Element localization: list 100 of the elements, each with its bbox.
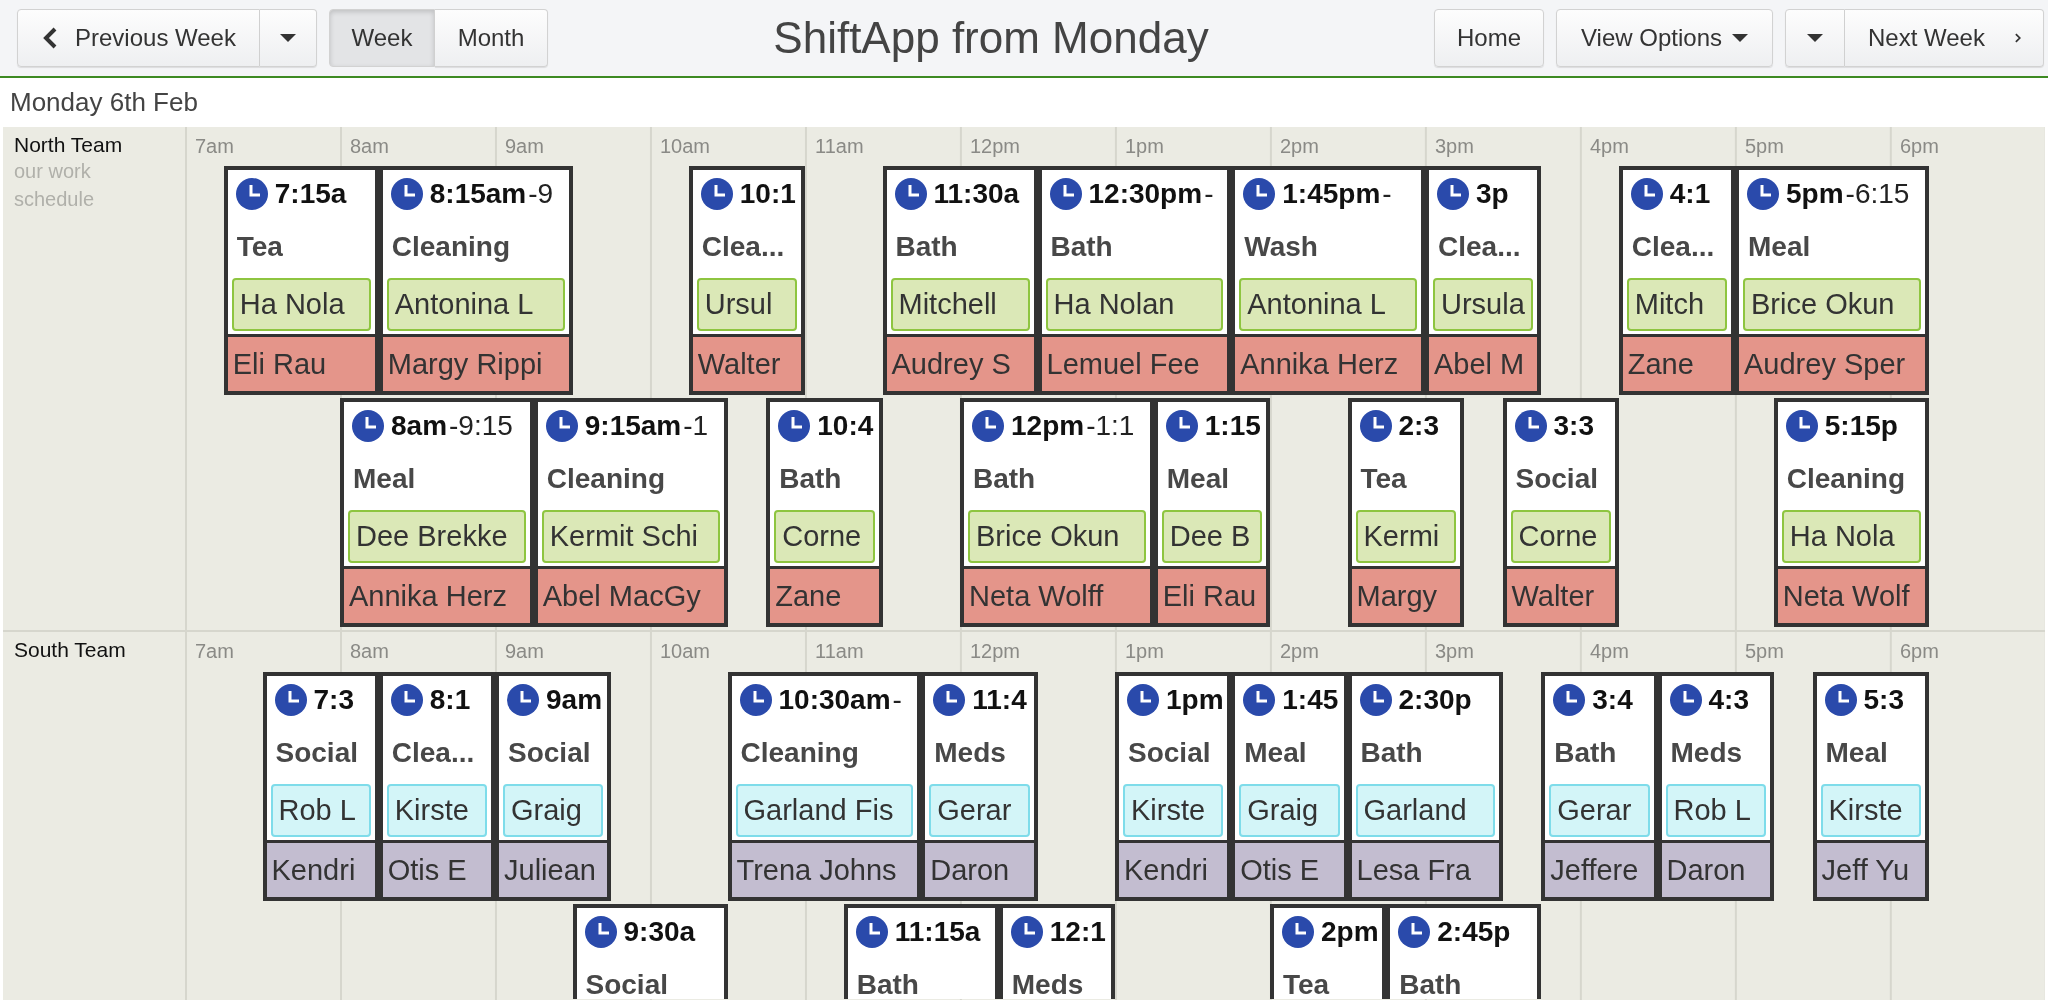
hour-label: 5pm xyxy=(1744,639,1784,664)
shift-time: 10:30am- xyxy=(778,684,902,716)
shift-time: 3:4 xyxy=(1592,684,1633,716)
shift-card[interactable]: 8:15am-9 Cleaning Antonina L Margy Rippi xyxy=(378,166,573,395)
task-label: Meal xyxy=(1243,736,1308,770)
dropdown-button[interactable] xyxy=(260,9,317,67)
task-label: Social xyxy=(274,736,359,770)
clock-icon xyxy=(1010,916,1043,948)
hour-label: 11am xyxy=(814,134,864,159)
shift-card[interactable]: 10:1 Clea... Ursul Walter xyxy=(688,166,805,395)
team-name: North Team xyxy=(14,133,123,157)
task-label: Meal xyxy=(1747,230,1812,264)
shift-card[interactable]: 1:15 Meal Dee B Eli Rau xyxy=(1153,398,1270,627)
name-bar: Annika Herz xyxy=(1235,334,1421,391)
name-bar: Eli Rau xyxy=(227,334,375,391)
shift-time: 10:1 xyxy=(739,178,796,210)
shift-card[interactable]: 7:15a Tea Ha Nola Eli Rau xyxy=(223,166,379,395)
shift-card[interactable]: 1pm Social Kirste Kendri xyxy=(1115,672,1232,901)
task-label: Meds xyxy=(1010,968,1085,999)
team-subtitle: our work schedule xyxy=(14,159,96,212)
clock-icon xyxy=(390,178,423,210)
name-bar: Abel M xyxy=(1429,334,1538,391)
shift-card[interactable]: 11:15a Bath xyxy=(843,904,999,999)
name-tag: Mitchell xyxy=(890,278,1030,331)
shift-time: 1pm xyxy=(1166,684,1224,716)
shift-time: 4:1 xyxy=(1669,178,1711,210)
shift-time: 12pm-1:1 xyxy=(1011,410,1135,442)
shift-card[interactable]: 9:15am-1 Cleaning Kermit Schi Abel MacGy xyxy=(533,398,728,627)
clock-icon xyxy=(894,178,927,210)
task-label: Clea... xyxy=(1630,230,1716,264)
clock-icon xyxy=(1669,684,1702,716)
shift-card[interactable]: 4:1 Clea... Mitch Zane xyxy=(1618,166,1735,395)
shift-card[interactable]: 10:4 Bath Corne Zane xyxy=(766,398,883,627)
hour-label: 3pm xyxy=(1434,134,1474,159)
task-label: Social xyxy=(1127,736,1212,770)
clock-icon xyxy=(235,178,268,210)
shift-card[interactable]: 4:3 Meds Rob L Daron xyxy=(1657,672,1774,901)
task-label: Social xyxy=(1514,462,1599,496)
clock-icon xyxy=(1282,916,1314,948)
team-name: South Team xyxy=(14,638,126,662)
shift-card[interactable]: 2pm Tea xyxy=(1270,904,1387,999)
shift-card[interactable]: 7:3 Social Rob L Kendri xyxy=(262,672,379,901)
shift-time: 3:3 xyxy=(1553,410,1594,442)
shift-time: 11:15a xyxy=(894,916,981,948)
shift-card[interactable]: 9am Social Graig Juliean xyxy=(495,672,612,901)
shift-time: 1:15 xyxy=(1204,410,1261,442)
name-bar: Juliean xyxy=(499,840,608,897)
shift-card[interactable]: 11:30a Bath Mitchell Audrey S xyxy=(882,166,1038,395)
clock-icon xyxy=(1165,410,1198,442)
name-bar: Jeffere xyxy=(1545,840,1654,897)
shift-card[interactable]: 12pm-1:1 Bath Brice Okun Neta Wolff xyxy=(960,398,1154,627)
clock-icon xyxy=(545,410,578,442)
shift-card[interactable]: 8am-9:15 Meal Dee Brekke Annika Herz xyxy=(340,398,534,627)
shift-card[interactable]: 10:30am- Cleaning Garland Fis Trena Johns xyxy=(727,672,922,901)
home-button[interactable]: Home xyxy=(1434,9,1544,67)
name-tag: Rob L xyxy=(1665,784,1766,837)
name-tag: Kirste xyxy=(386,784,487,837)
shift-time: 2pm xyxy=(1321,916,1379,948)
view-options-button[interactable]: View Options xyxy=(1556,9,1773,67)
shift-card[interactable]: 2:3 Tea Kermi Margy xyxy=(1347,398,1464,627)
shift-card[interactable]: 9:30a Social xyxy=(572,904,728,999)
shift-card[interactable]: 5pm-6:15 Meal Brice Okun Audrey Sper xyxy=(1735,166,1929,395)
name-bar: Eli Rau xyxy=(1157,566,1266,623)
clock-icon xyxy=(274,684,307,716)
dropdown-button[interactable] xyxy=(1785,9,1845,67)
shift-card[interactable]: 2:30p Bath Garland Lesa Fra xyxy=(1347,672,1503,901)
view-tab[interactable]: Week xyxy=(329,9,435,67)
hour-label: 12pm xyxy=(969,639,1021,664)
shift-time: 12:30pm- xyxy=(1088,178,1214,210)
next-week-button[interactable]: Next Week xyxy=(1845,9,2044,67)
name-tag: Ursul xyxy=(696,278,797,331)
hour-label: 8am xyxy=(349,134,389,159)
shift-card[interactable]: 3:3 Social Corne Walter xyxy=(1502,398,1619,627)
task-label: Bath xyxy=(1398,968,1463,999)
shift-card[interactable]: 5:3 Meal Kirste Jeff Yu xyxy=(1812,672,1929,901)
shift-time: 7:15a xyxy=(274,178,347,210)
previous-week-button[interactable]: Previous Week xyxy=(17,9,260,67)
shift-card[interactable]: 1:45 Meal Graig Otis E xyxy=(1231,672,1348,901)
shift-card[interactable]: 11:4 Meds Gerar Daron xyxy=(921,672,1038,901)
caret-down-icon xyxy=(1732,34,1748,42)
shift-card[interactable]: 12:1 Meds xyxy=(998,904,1115,999)
name-tag: Garland xyxy=(1355,784,1495,837)
task-label: Cleaning xyxy=(739,736,860,770)
shift-time: 2:30p xyxy=(1398,684,1472,716)
clock-icon xyxy=(352,410,384,442)
task-label: Bath xyxy=(894,230,959,264)
hour-label: 3pm xyxy=(1434,639,1474,664)
shift-card[interactable]: 2:45p Bath xyxy=(1386,904,1542,999)
shift-card[interactable]: 3:4 Bath Gerar Jeffere xyxy=(1541,672,1658,901)
shift-card[interactable]: 5:15p Cleaning Ha Nola Neta Wolf xyxy=(1773,398,1929,627)
shift-card[interactable]: 8:1 Clea... Kirste Otis E xyxy=(378,672,495,901)
shift-card[interactable]: 1:45pm- Wash Antonina L Annika Herz xyxy=(1231,166,1425,395)
shift-card[interactable]: 12:30pm- Bath Ha Nolan Lemuel Fee xyxy=(1037,166,1232,395)
hour-label: 10am xyxy=(659,639,711,664)
name-bar: Neta Wolff xyxy=(964,566,1150,623)
shift-card[interactable]: 3p Clea... Ursula Abel M xyxy=(1425,166,1542,395)
name-bar: Zane xyxy=(1622,334,1731,391)
view-tab[interactable]: Month xyxy=(435,9,548,67)
caret-down-icon xyxy=(1807,34,1823,42)
day-heading: Monday 6th Feb xyxy=(10,87,198,118)
